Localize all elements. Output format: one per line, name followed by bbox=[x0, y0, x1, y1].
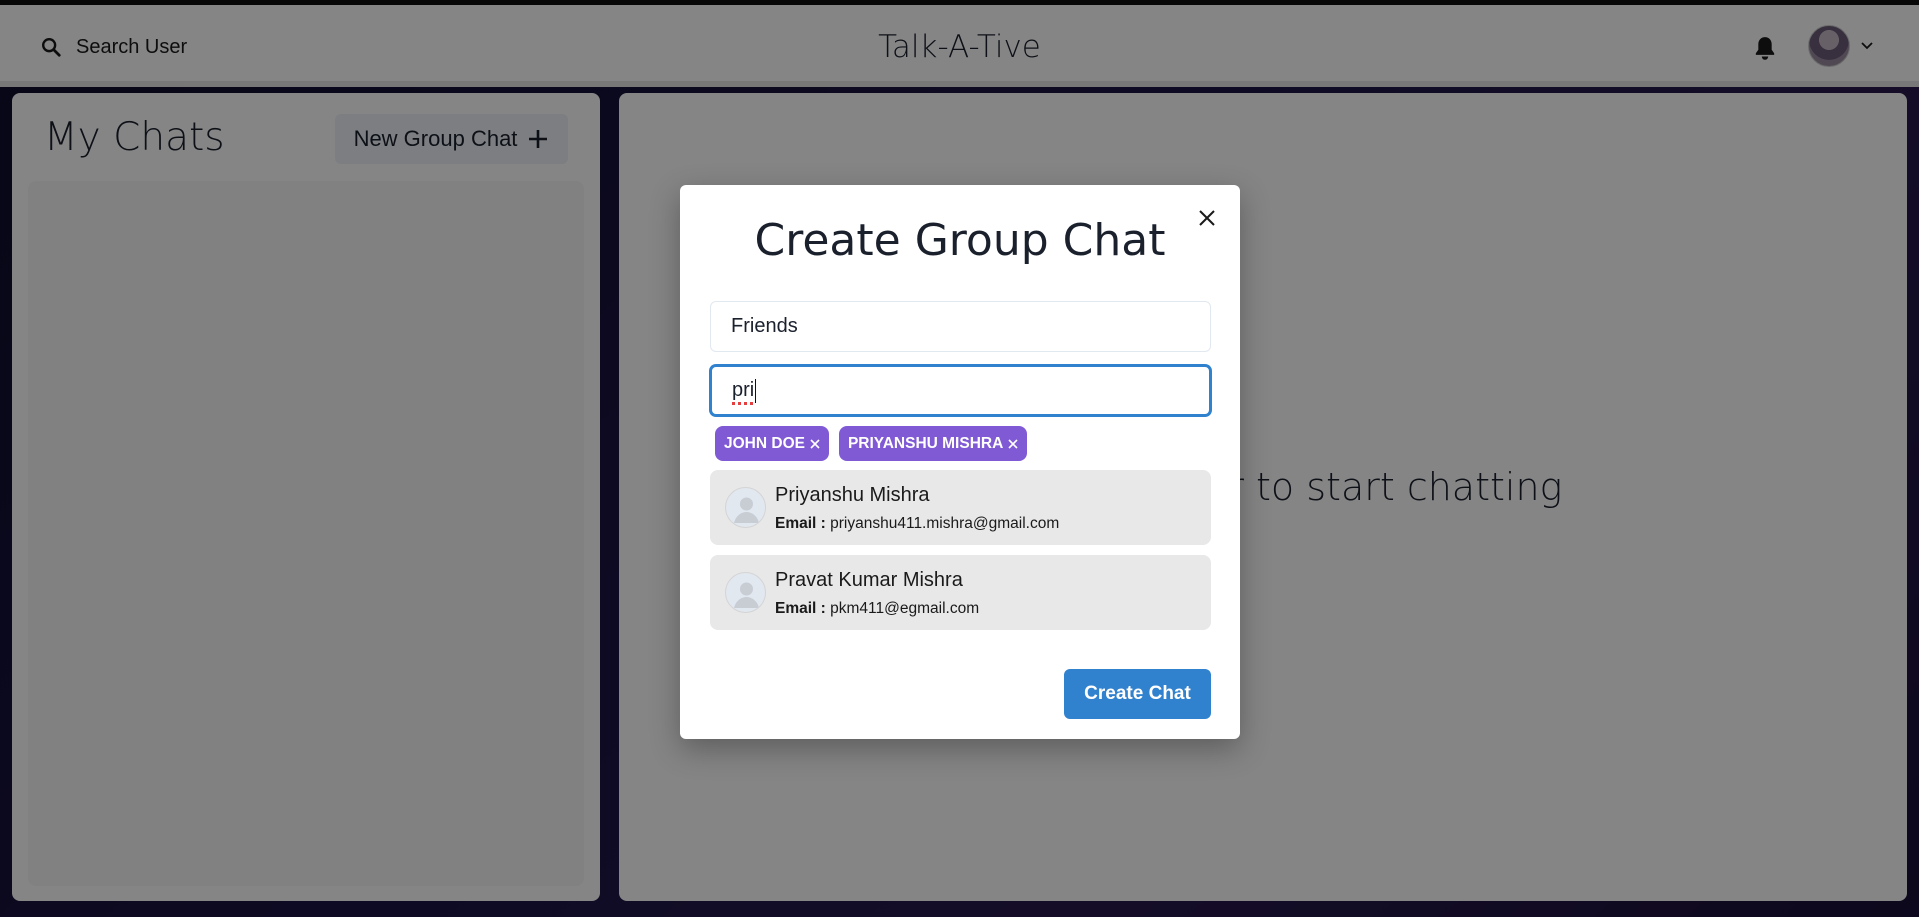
text-caret bbox=[755, 378, 757, 403]
user-result-name: Pravat Kumar Mishra bbox=[775, 569, 963, 591]
user-result-email: Email : pkm411@egmail.com bbox=[775, 600, 979, 618]
user-result-item[interactable]: Priyanshu Mishra Email : priyanshu411.mi… bbox=[710, 470, 1211, 545]
user-tag-label: PRIYANSHU MISHRA bbox=[847, 434, 1004, 452]
close-icon[interactable] bbox=[809, 438, 821, 450]
user-result-item[interactable]: Pravat Kumar Mishra Email : pkm411@egmai… bbox=[710, 555, 1211, 630]
user-tag-label: JOHN DOE bbox=[724, 434, 805, 452]
email-label: Email : bbox=[775, 515, 826, 532]
create-group-chat-modal: Create Group Chat Friends pri JOHN DOE P… bbox=[680, 185, 1240, 739]
user-result-email: Email : priyanshu411.mishra@gmail.com bbox=[775, 515, 1059, 533]
close-icon[interactable] bbox=[1007, 438, 1019, 450]
add-users-input[interactable]: pri bbox=[710, 365, 1211, 416]
user-tag[interactable]: JOHN DOE bbox=[715, 426, 829, 461]
user-avatar-icon bbox=[725, 572, 766, 613]
close-modal-button[interactable] bbox=[1191, 202, 1223, 234]
chat-name-value: Friends bbox=[731, 315, 798, 337]
user-tag[interactable]: PRIYANSHU MISHRA bbox=[838, 426, 1028, 461]
chat-name-input[interactable]: Friends bbox=[710, 301, 1211, 352]
email-label: Email : bbox=[775, 600, 826, 617]
modal-title: Create Group Chat bbox=[754, 215, 1166, 266]
user-avatar-icon bbox=[725, 487, 766, 528]
email-value: priyanshu411.mishra@gmail.com bbox=[830, 515, 1060, 532]
selected-users: JOHN DOE PRIYANSHU MISHRA bbox=[715, 426, 1028, 461]
add-users-value: pri bbox=[732, 379, 755, 405]
create-chat-button[interactable]: Create Chat bbox=[1064, 669, 1211, 719]
user-result-name: Priyanshu Mishra bbox=[775, 484, 930, 506]
email-value: pkm411@egmail.com bbox=[830, 600, 980, 617]
close-icon bbox=[1199, 210, 1215, 226]
